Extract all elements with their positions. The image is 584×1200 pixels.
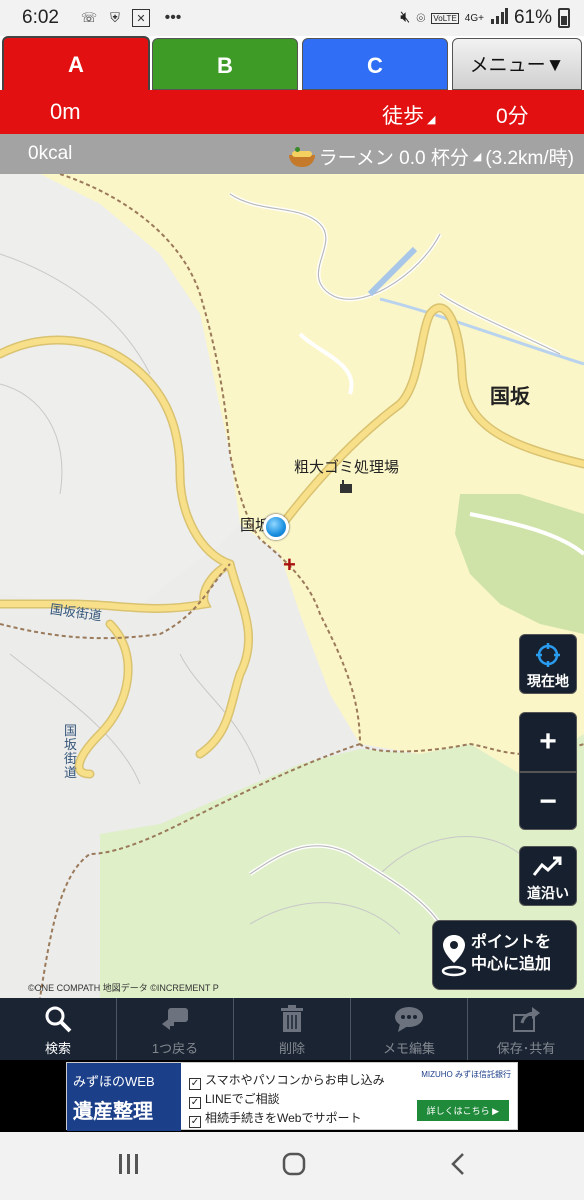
check-icon: ✓ [189, 1097, 201, 1109]
calorie-bar: 0kcal ラーメン 0.0 杯分 ◢ (3.2km/時) [0, 134, 584, 174]
ad-line-2: ✓ LINEでご相談 [189, 1090, 280, 1109]
signal-icon [490, 7, 508, 29]
wifi-calling-icon: ☏ [80, 10, 98, 25]
ad-area: みずほのWEB 遺産整理 ✓ スマホやパソコンからお申し込み ✓ LINEでご相談 … [0, 1060, 584, 1132]
ad-title-block: みずほのWEB 遺産整理 [67, 1063, 181, 1131]
ad-line-1: ✓ スマホやパソコンからお申し込み [189, 1071, 385, 1090]
ad-cta-button[interactable]: 詳しくはこちら ▶ [416, 1100, 509, 1121]
ad-title-big: 遺産整理 [73, 1101, 153, 1123]
current-location-button[interactable]: 現在地 [519, 634, 577, 694]
zoom-controls: + − [519, 712, 577, 830]
ad-brand: MIZUHO みずほ信託銀行 [421, 1070, 511, 1079]
memo-edit-button[interactable]: メモ編集 [351, 998, 468, 1060]
back-icon[interactable] [450, 1152, 466, 1183]
ad-title-small: みずほのWEB [73, 1074, 155, 1089]
map-label-garbage-facility: 粗大ゴミ処理場 [294, 459, 400, 476]
network-type: 4G+ [464, 12, 484, 24]
more-icon: ••• [164, 9, 182, 26]
ad-line-3: ✓ 相続手続きをWebでサポート [189, 1109, 361, 1128]
route-duration: 0分 [496, 105, 529, 128]
map-pin-icon [441, 933, 467, 982]
current-location-label: 現在地 [527, 673, 569, 689]
crosshair-icon [520, 635, 576, 671]
delete-label: 削除 [278, 1041, 305, 1056]
tab-b[interactable]: B [152, 38, 298, 90]
ad-banner[interactable]: みずほのWEB 遺産整理 ✓ スマホやパソコンからお申し込み ✓ LINEでご相談 … [66, 1062, 518, 1131]
undo-icon [117, 998, 233, 1034]
volte-icon: VoLTE [431, 12, 459, 24]
route-tabs: A B C メニュー▼ [0, 36, 584, 92]
status-bar: 6:02 ☏ ⛨ ✕ ••• 🔇︎ ⌾ VoLTE 4G+ 61% [0, 0, 584, 36]
ad-line-1-text: スマホやパソコンからお申し込み [205, 1073, 385, 1087]
status-time: 6:02 [22, 7, 59, 28]
battery-icon [558, 8, 570, 28]
ramen-count: ラーメン 0.0 杯分 [318, 148, 469, 169]
walking-speed: (3.2km/時) [485, 148, 574, 169]
search-icon [0, 998, 116, 1034]
map-label-kunisaka: 国坂 [490, 386, 530, 408]
route-distance: 0m [50, 99, 81, 124]
memo-edit-label: メモ編集 [382, 1041, 435, 1056]
current-location-marker [263, 514, 289, 540]
map-copyright: ©ONE COMPATH 地図データ ©INCREMENT P [28, 983, 219, 993]
location-icon: ⌾ [416, 9, 426, 27]
x-icon: ✕ [132, 9, 150, 27]
dropdown-triangle-icon: ◢ [424, 114, 436, 126]
trash-icon [234, 998, 350, 1034]
shield-icon: ⛨ [110, 10, 120, 25]
dropdown-triangle-icon: ◢ [472, 151, 482, 163]
follow-road-label: 道沿い [527, 885, 569, 901]
check-icon: ✓ [189, 1116, 201, 1128]
bottom-toolbar: 検索 1つ戻る 削除 メモ編集 保存･共有 [0, 998, 584, 1060]
map-label-road-2: 国坂街道 [64, 723, 78, 780]
calorie-value: 0kcal [28, 143, 73, 164]
ad-line-3-text: 相続手続きをWebでサポート [205, 1111, 362, 1125]
travel-mode-selector[interactable]: 徒歩 ◢ [382, 100, 436, 130]
check-icon: ✓ [189, 1078, 201, 1090]
undo-label: 1つ戻る [151, 1041, 199, 1056]
add-point-label-line2: 中心に追加 [471, 956, 552, 973]
delete-button[interactable]: 削除 [234, 998, 351, 1060]
undo-button[interactable]: 1つ戻る [117, 998, 234, 1060]
ramen-bowl-icon [288, 146, 315, 167]
add-point-label-line1: ポイントを [471, 934, 552, 951]
zoom-in-button[interactable]: + [520, 713, 576, 771]
search-label: 検索 [44, 1041, 71, 1056]
follow-road-button[interactable]: 道沿い [519, 846, 577, 906]
recent-apps-icon[interactable] [118, 1152, 140, 1183]
ad-line-2-text: LINEでご相談 [205, 1092, 280, 1106]
add-point-button[interactable]: ポイントを 中心に追加 [432, 920, 577, 990]
save-share-label: 保存･共有 [496, 1041, 556, 1056]
mute-icon: 🔇︎ [400, 9, 411, 26]
map-view[interactable]: 国坂 粗大ゴミ処理場 国坂 国坂街道 国坂街道 + ©ONE COMPATH 地… [0, 134, 584, 998]
share-icon [468, 998, 584, 1034]
map-center-crosshair-icon: + [283, 552, 296, 577]
search-button[interactable]: 検索 [0, 998, 117, 1060]
ramen-selector[interactable]: ラーメン 0.0 杯分 ◢ (3.2km/時) [288, 143, 574, 170]
tab-a[interactable]: A [2, 36, 150, 92]
system-nav-bar [0, 1132, 584, 1200]
menu-button[interactable]: メニュー▼ [452, 38, 582, 90]
travel-mode-label: 徒歩 [382, 105, 424, 128]
memo-icon [351, 998, 467, 1034]
zoom-out-button[interactable]: − [520, 773, 576, 831]
trend-line-icon [520, 847, 576, 883]
battery-percent: 61% [513, 7, 552, 28]
home-icon[interactable] [282, 1152, 306, 1183]
route-info-bar: 0m 徒歩 ◢ 0分 [0, 90, 584, 134]
save-share-button[interactable]: 保存･共有 [468, 998, 584, 1060]
add-point-label: ポイントを 中心に追加 [471, 932, 551, 976]
tab-c[interactable]: C [302, 38, 448, 90]
